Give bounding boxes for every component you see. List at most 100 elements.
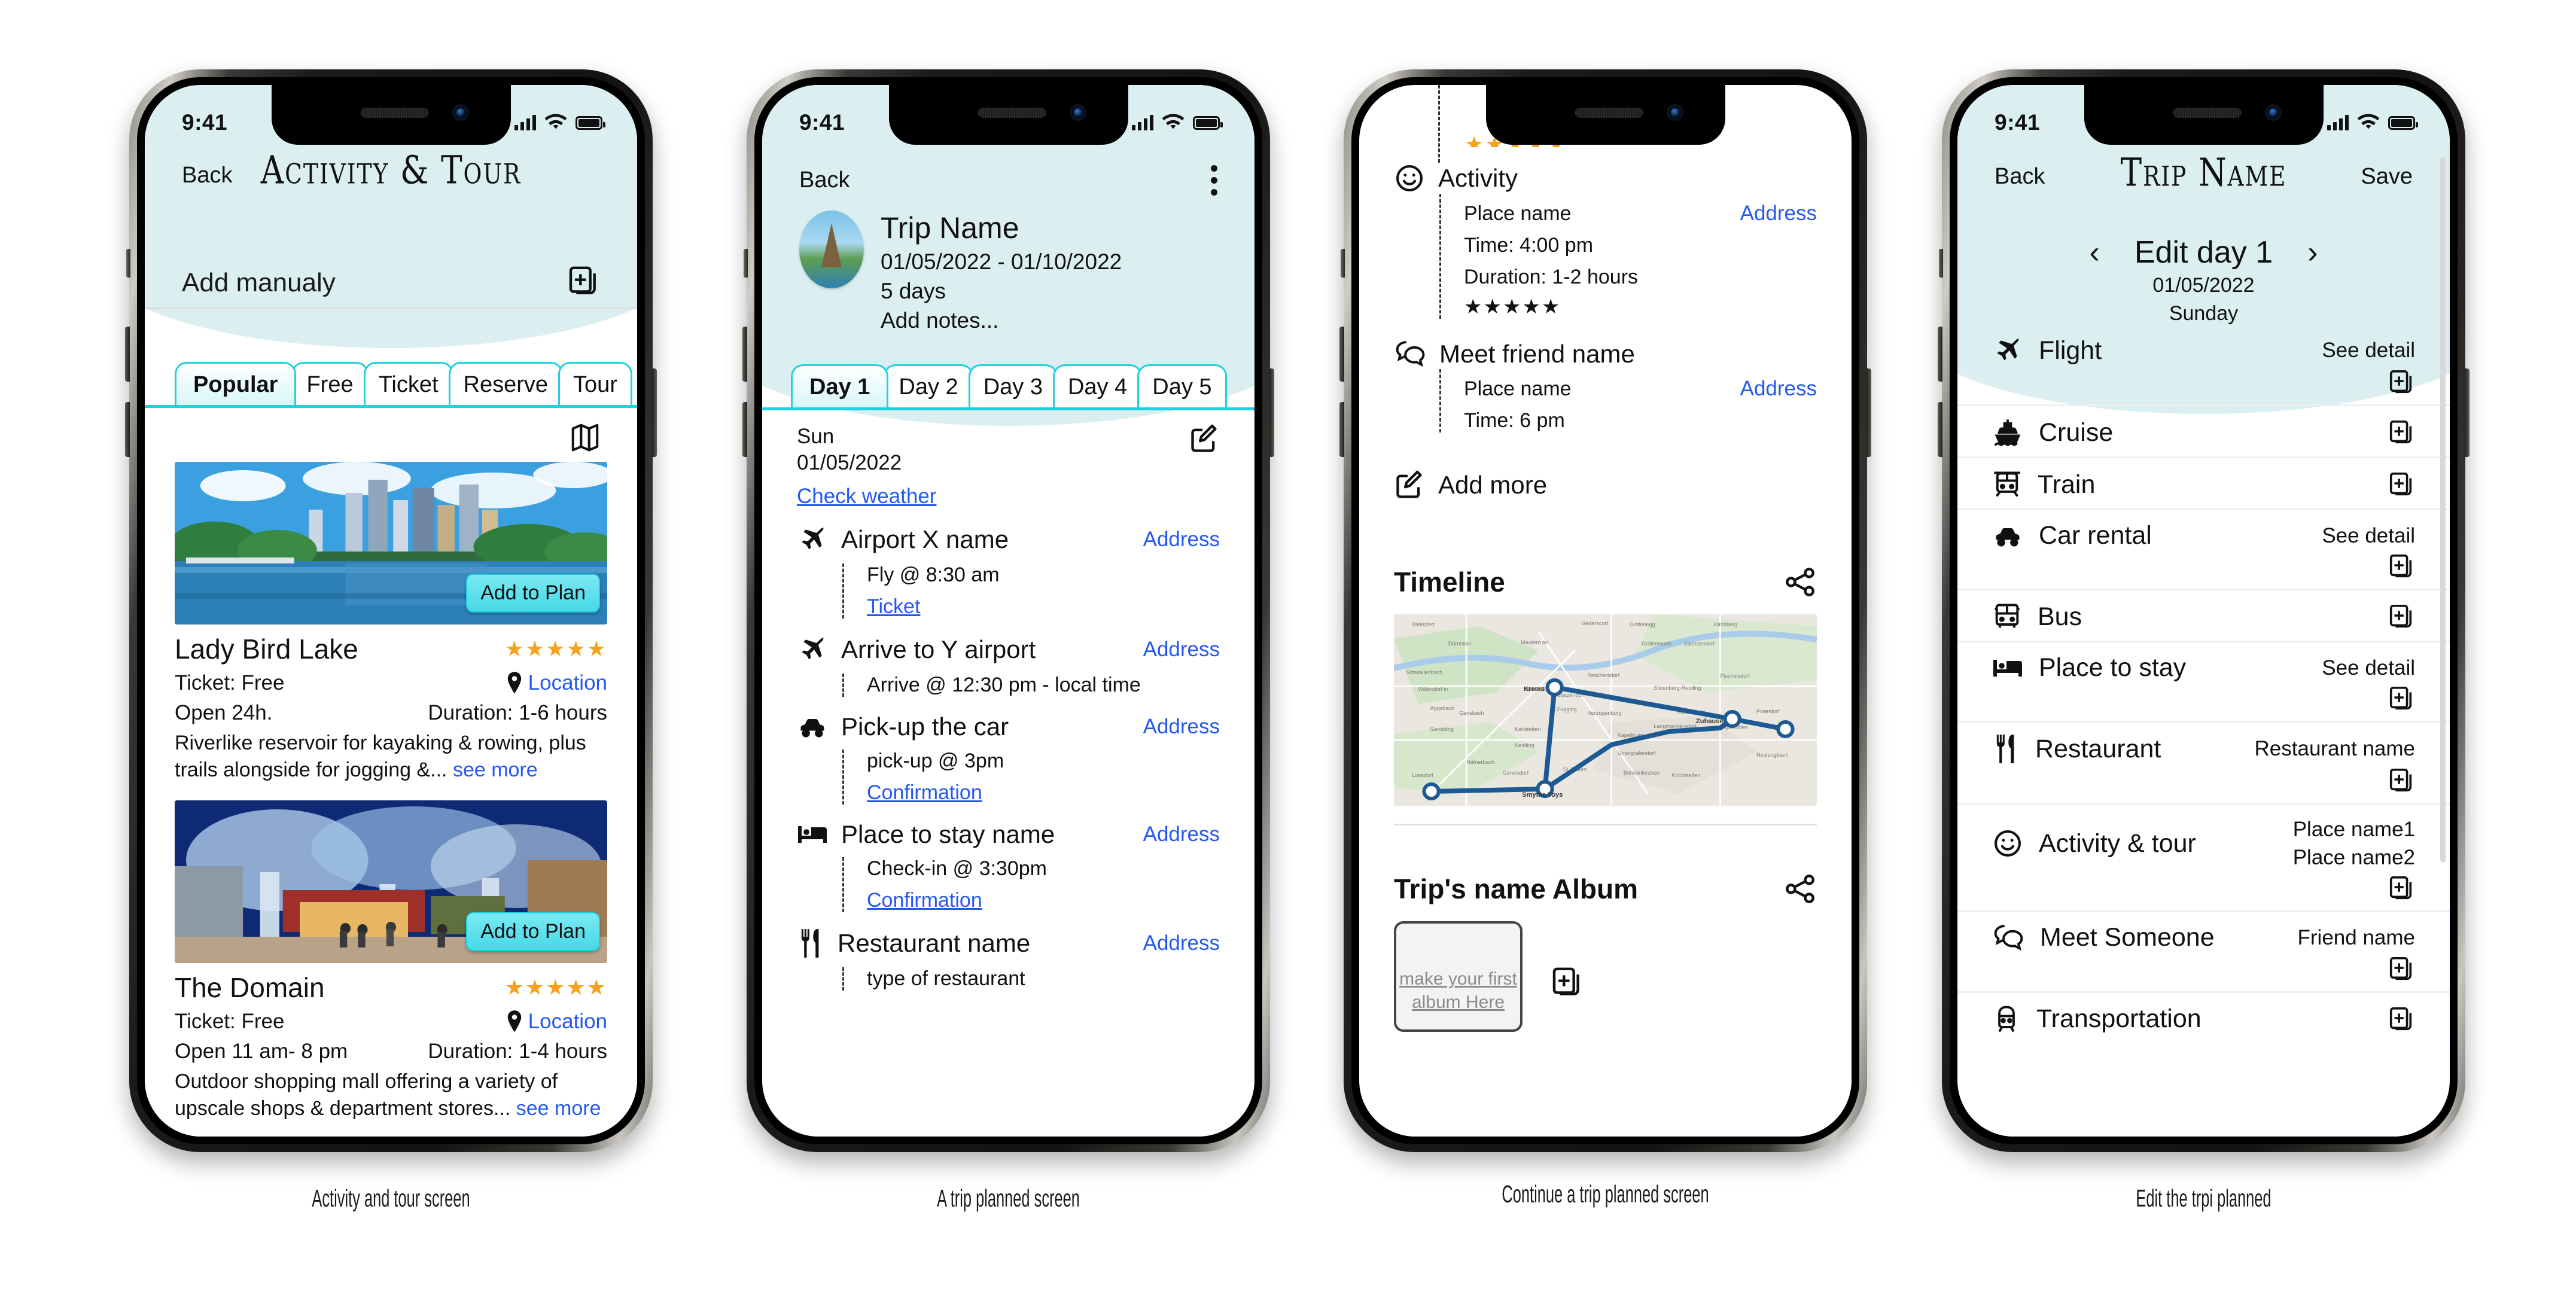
add-item-icon[interactable]	[2388, 955, 2415, 983]
share-icon[interactable]	[1783, 872, 1817, 906]
tab-free[interactable]: Free	[291, 362, 369, 405]
edit-row-car-rental[interactable]: Car rental See detail	[1957, 510, 2450, 590]
edit-row-value[interactable]: Friend name	[2298, 924, 2415, 952]
share-icon[interactable]	[1783, 565, 1817, 599]
chat-icon	[1994, 924, 2023, 950]
volume-up-button[interactable]	[1938, 327, 1942, 382]
item-link[interactable]: Confirmation	[867, 889, 982, 912]
silent-switch[interactable]	[1341, 249, 1345, 278]
add-item-icon[interactable]	[2388, 685, 2415, 712]
add-item-icon[interactable]	[2388, 1006, 2415, 1033]
edit-row-meet-someone[interactable]: Meet Someone Friend name	[1957, 912, 2450, 993]
item-time: Fly @ 8:30 am	[867, 563, 1000, 586]
album-placeholder[interactable]: make your first album Here	[1394, 921, 1523, 1032]
tab-popular[interactable]: Popular	[175, 362, 297, 405]
edit-day-icon[interactable]	[1189, 424, 1220, 455]
item-address-link[interactable]: Address	[1143, 638, 1220, 662]
edit-row-value[interactable]: See detail	[2322, 522, 2415, 550]
volume-down-button[interactable]	[1938, 402, 1942, 457]
tab-ticket[interactable]: Ticket	[363, 362, 453, 405]
edit-row-value[interactable]: Place name1 Place name2	[2293, 815, 2415, 872]
add-item-icon[interactable]	[2388, 767, 2415, 794]
add-item-icon[interactable]	[2388, 875, 2415, 902]
itinerary-item[interactable]: Arrive to Y airport Address Arrive @ 12:…	[762, 634, 1254, 697]
add-card-icon[interactable]	[567, 264, 600, 298]
svg-text:Dürnstein: Dürnstein	[1448, 641, 1472, 647]
tab-day-3[interactable]: Day 3	[968, 364, 1058, 407]
edit-row-restaurant[interactable]: Restaurant Restaurant name	[1957, 723, 2450, 805]
add-item-icon[interactable]	[2388, 471, 2415, 498]
power-button[interactable]	[1269, 368, 1274, 457]
add-album-icon[interactable]	[1550, 965, 1584, 999]
add-to-plan-button[interactable]: Add to Plan	[466, 574, 600, 613]
add-item-icon[interactable]	[2388, 419, 2415, 446]
svg-text:Gerolding: Gerolding	[1430, 726, 1454, 732]
volume-down-button[interactable]	[1339, 402, 1344, 457]
edit-row-value[interactable]: Restaurant name	[2255, 735, 2415, 763]
item-link[interactable]: Ticket	[867, 595, 920, 619]
silent-switch[interactable]	[1939, 249, 1943, 278]
check-weather-link[interactable]: Check weather	[797, 485, 936, 508]
itinerary-item[interactable]: Restaurant name Address type of restaura…	[762, 928, 1254, 991]
add-manually-field[interactable]: Add manualy	[145, 264, 637, 309]
volume-up-button[interactable]	[742, 327, 747, 382]
item-address-link[interactable]: Address	[1143, 822, 1220, 846]
edit-row-place-to-stay[interactable]: Place to stay See detail	[1957, 642, 2450, 723]
edit-row-cruise[interactable]: Cruise	[1957, 406, 2450, 458]
volume-down-button[interactable]	[742, 402, 747, 457]
edit-row-flight[interactable]: Flight See detail	[1957, 324, 2450, 406]
edit-row-value[interactable]: See detail	[2322, 654, 2415, 682]
tab-day-1[interactable]: Day 1	[791, 364, 889, 407]
timeline-map[interactable]: Weinziert Gederscorf Grafenegg Kirchberg D…	[1394, 614, 1817, 806]
next-day-icon[interactable]: ›	[2307, 237, 2318, 268]
itinerary-item[interactable]: Place to stay name Address Check-in @ 3:…	[762, 820, 1254, 912]
item-address-link[interactable]: Address	[1143, 528, 1220, 552]
power-button[interactable]	[652, 368, 657, 457]
power-button[interactable]	[1866, 368, 1871, 457]
item-link[interactable]: Confirmation	[867, 781, 982, 805]
tab-tour[interactable]: Tour	[558, 362, 632, 405]
item-address-link[interactable]: Address	[1143, 931, 1220, 955]
edit-row-value[interactable]: See detail	[2322, 336, 2415, 364]
map-icon[interactable]	[569, 421, 601, 453]
itinerary-item[interactable]: Activity Place name Address Time: 4:00 p…	[1359, 163, 1852, 319]
add-item-icon[interactable]	[2388, 603, 2415, 630]
activity-card[interactable]: Add to Plan The Domain ★★★★★ Ticket: Fre…	[145, 800, 637, 1128]
tab-reserve[interactable]: Reserve	[448, 362, 564, 405]
edit-row-transportation[interactable]: Transportation	[1957, 993, 2450, 1043]
overflow-menu-icon[interactable]	[1211, 165, 1217, 196]
prev-day-icon[interactable]: ‹	[2090, 237, 2100, 268]
add-to-plan-button[interactable]: Add to Plan	[466, 912, 600, 951]
edit-row-train[interactable]: Train	[1957, 458, 2450, 510]
volume-up-button[interactable]	[1339, 327, 1344, 382]
item-address-link[interactable]: Address	[1740, 202, 1817, 226]
phone4-navbar: Back Trip Name Save	[1957, 150, 2450, 195]
tab-day-5[interactable]: Day 5	[1137, 364, 1227, 407]
activity-card[interactable]: Add to Plan Lady Bird Lake ★★★★★ Ticket:…	[145, 462, 637, 790]
vertical-scrollbar[interactable]	[2440, 157, 2446, 863]
item-address-link[interactable]: Address	[1740, 377, 1817, 401]
see-more-link[interactable]: see more	[453, 758, 538, 781]
volume-down-button[interactable]	[125, 402, 130, 457]
location-link[interactable]: Location	[506, 671, 607, 695]
tab-day-4[interactable]: Day 4	[1052, 364, 1143, 407]
see-more-link[interactable]: see more	[516, 1097, 601, 1120]
add-item-icon[interactable]	[2388, 368, 2415, 396]
location-link[interactable]: Location	[506, 1010, 607, 1034]
volume-up-button[interactable]	[125, 327, 130, 382]
itinerary-item[interactable]: Airport X name Address Fly @ 8:30 am Tic…	[762, 524, 1254, 619]
itinerary-item[interactable]: Meet friend name Place name Address Time…	[1359, 339, 1852, 432]
silent-switch[interactable]	[126, 249, 130, 278]
silent-switch[interactable]	[744, 249, 748, 278]
tab-day-2[interactable]: Day 2	[884, 364, 973, 407]
item-address-link[interactable]: Address	[1143, 715, 1220, 739]
back-button[interactable]: Back	[799, 167, 849, 193]
add-item-icon[interactable]	[2388, 553, 2415, 580]
save-button[interactable]: Save	[2361, 164, 2413, 190]
add-more-row[interactable]: Add more	[1359, 470, 1852, 501]
trip-notes-field[interactable]: Add notes...	[881, 308, 1122, 333]
itinerary-item[interactable]: Pick-up the car Address pick-up @ 3pm Co…	[762, 712, 1254, 805]
edit-row-bus[interactable]: Bus	[1957, 590, 2450, 642]
power-button[interactable]	[2465, 368, 2470, 457]
edit-row-activity-tour[interactable]: Activity & tour Place name1 Place name2	[1957, 805, 2450, 912]
